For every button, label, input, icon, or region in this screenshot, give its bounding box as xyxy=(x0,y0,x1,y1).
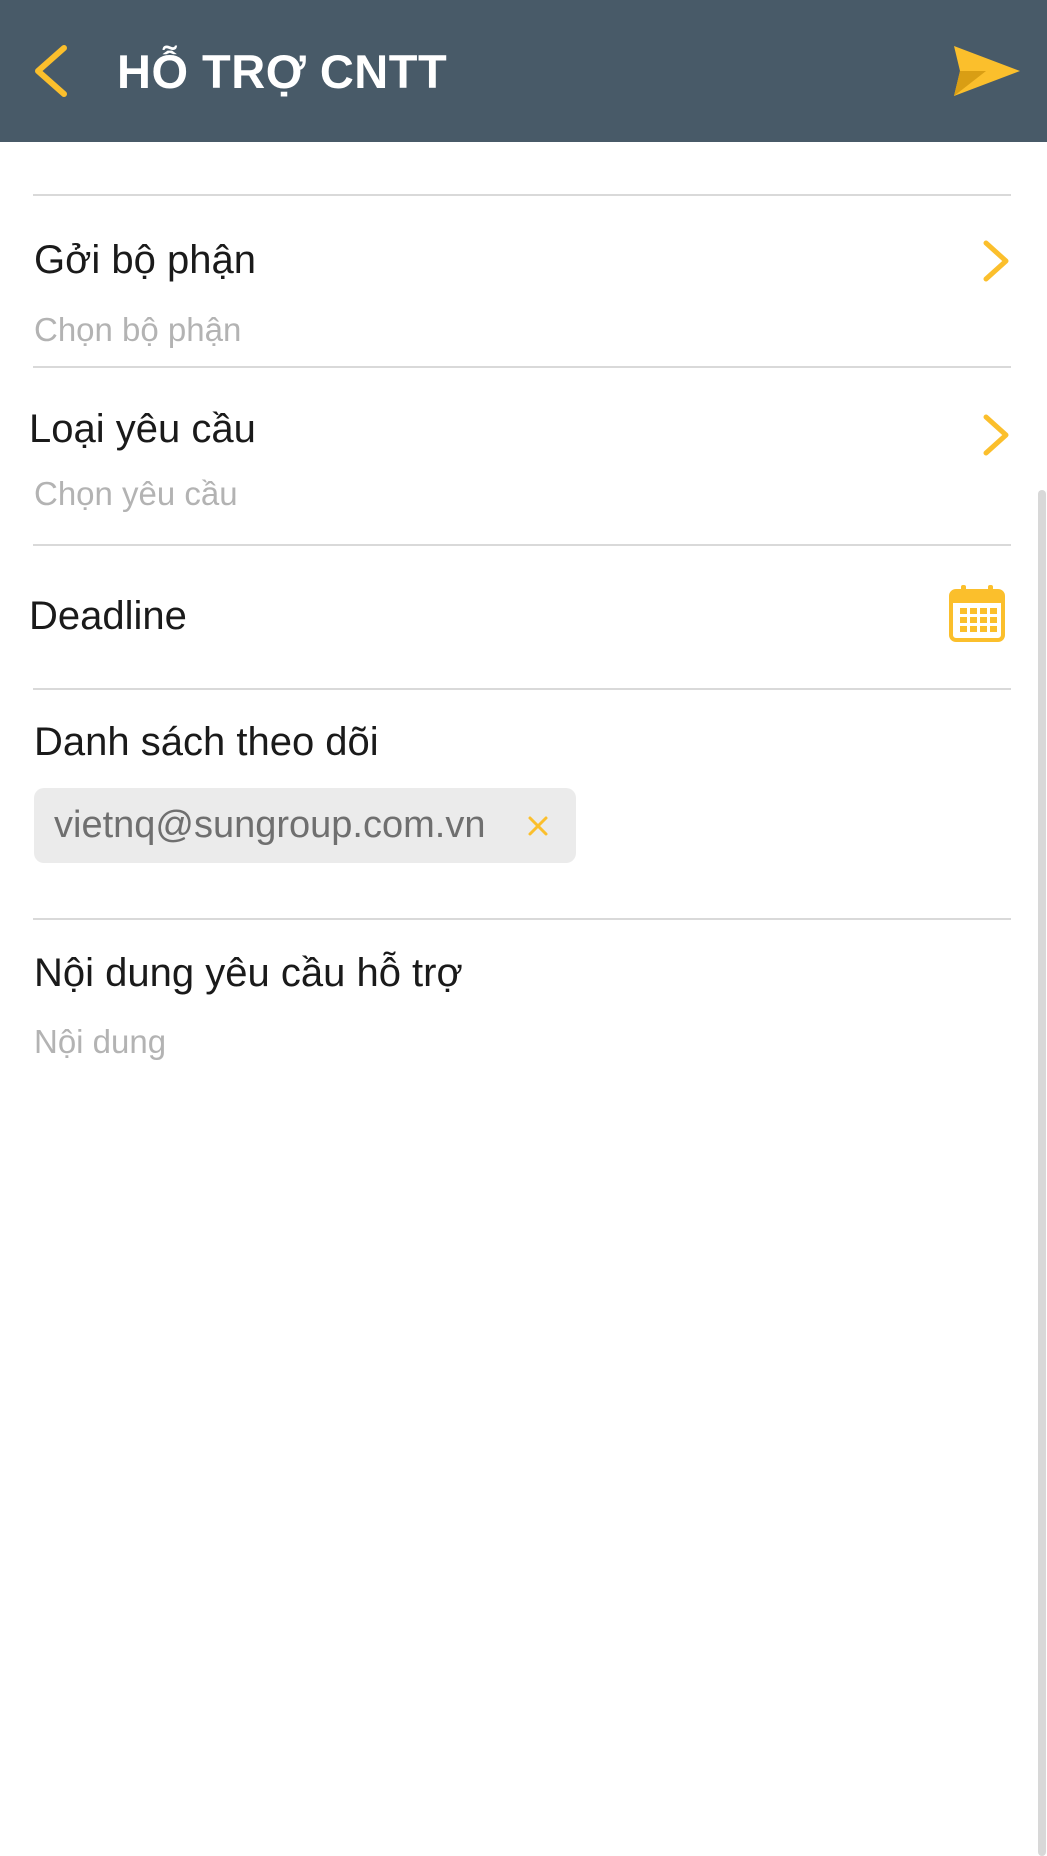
divider xyxy=(33,688,1011,690)
chip-email: vietnq@sungroup.com.vn xyxy=(54,804,486,846)
divider xyxy=(33,194,1011,196)
divider xyxy=(33,918,1011,920)
email-chip: vietnq@sungroup.com.vn xyxy=(34,788,576,863)
watch-list-label: Danh sách theo dõi xyxy=(34,720,379,764)
calendar-icon[interactable] xyxy=(948,583,1006,643)
send-button[interactable] xyxy=(950,40,1022,102)
paper-plane-send-icon xyxy=(954,46,1020,96)
chevron-right-icon[interactable] xyxy=(976,410,1016,460)
divider xyxy=(33,544,1011,546)
divider xyxy=(33,366,1011,368)
department-placeholder[interactable]: Chọn bộ phận xyxy=(34,310,241,350)
content-label: Nội dung yêu cầu hỗ trợ xyxy=(34,951,463,995)
department-label: Gởi bộ phận xyxy=(34,238,256,282)
chevron-right-icon[interactable] xyxy=(976,236,1016,286)
request-type-placeholder[interactable]: Chọn yêu cầu xyxy=(34,474,238,514)
chevron-left-icon xyxy=(35,45,67,97)
content-textarea[interactable]: Nội dung xyxy=(34,1022,166,1062)
app-header: HỖ TRỢ CNTT xyxy=(0,0,1047,142)
close-icon[interactable] xyxy=(524,812,552,840)
request-type-label: Loại yêu cầu xyxy=(29,407,256,451)
scrollbar[interactable] xyxy=(1038,490,1046,1856)
deadline-label: Deadline xyxy=(29,594,187,638)
page-title: HỖ TRỢ CNTT xyxy=(117,45,448,98)
back-button[interactable] xyxy=(26,36,86,106)
